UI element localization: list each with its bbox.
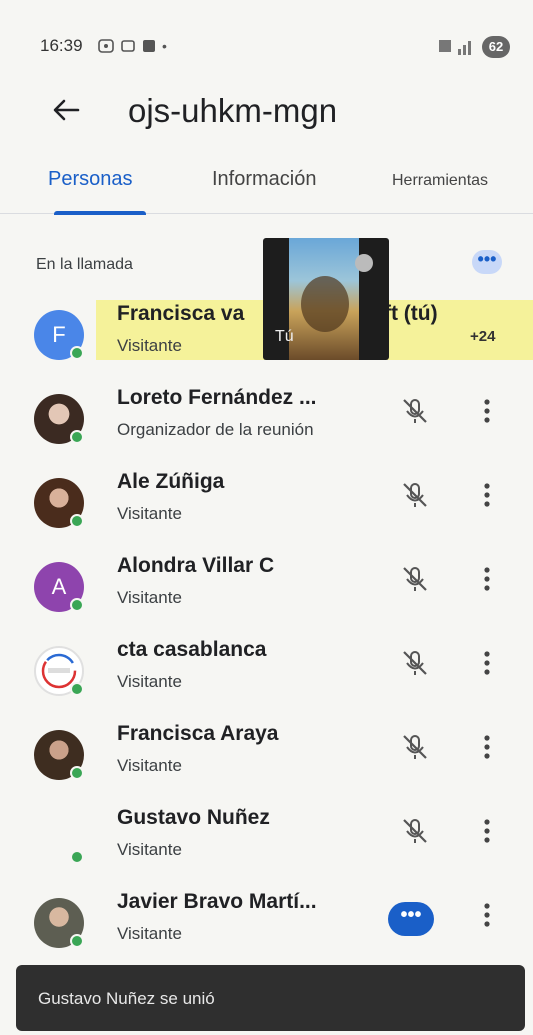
more-options-icon[interactable] (475, 898, 499, 932)
mic-off-icon[interactable] (398, 394, 432, 428)
online-dot-icon (70, 850, 84, 864)
participant-name: cta casablanca (117, 638, 267, 661)
participant-name: Loreto Fernández ... (117, 386, 317, 409)
mic-off-icon[interactable] (398, 730, 432, 764)
status-time: 16:39 (40, 36, 83, 55)
back-arrow-icon[interactable] (46, 90, 86, 130)
status-bar: 16:39 • 62 (40, 36, 510, 60)
participant-name-start: Francisca va (117, 302, 245, 325)
online-dot-icon (70, 430, 84, 444)
tab-personas[interactable]: Personas (48, 168, 133, 191)
participant-name: Alondra Villar C (117, 554, 275, 577)
pip-label: Tú (275, 328, 294, 345)
in-call-section-header: En la llamada (36, 256, 133, 273)
participant-role: Visitante (117, 336, 182, 355)
avatar-letter: A (51, 574, 67, 599)
participant-name: Ale Zúñiga (117, 470, 225, 493)
signal-icon (439, 40, 471, 55)
screenshot-icon (98, 39, 114, 53)
online-dot-icon (70, 346, 84, 360)
online-dot-icon (70, 934, 84, 948)
group-speaking-icon: ••• (472, 250, 502, 274)
participant-role: Visitante (117, 588, 182, 607)
tab-bar: Personas Información Herramientas (0, 152, 533, 215)
participant-name: Gustavo Nuñez (117, 806, 270, 829)
participant-row[interactable]: Francisca Araya Visitante (0, 716, 533, 800)
more-options-icon[interactable] (475, 730, 499, 764)
more-options-icon[interactable] (475, 394, 499, 428)
avatar-letter: F (52, 322, 66, 347)
mic-off-icon[interactable] (398, 814, 432, 848)
join-toast: Gustavo Nuñez se unió (16, 965, 525, 1031)
face-shape (301, 276, 349, 332)
participant-row[interactable]: cta casablanca Visitante (0, 632, 533, 716)
more-options-icon[interactable] (475, 814, 499, 848)
participant-role: Visitante (117, 924, 182, 943)
participant-role: Visitante (117, 840, 182, 859)
participant-name: Javier Bravo Martí... (117, 890, 317, 913)
meeting-code-title: ojs-uhkm-mgn (128, 92, 338, 129)
app-bar: ojs-uhkm-mgn (0, 82, 533, 146)
more-options-icon[interactable] (475, 646, 499, 680)
online-dot-icon (70, 766, 84, 780)
more-options-icon[interactable] (475, 478, 499, 512)
online-dot-icon (70, 598, 84, 612)
tab-informacion[interactable]: Información (212, 168, 317, 191)
pip-mic-icon (355, 254, 373, 272)
status-notification-icons: • (98, 38, 167, 54)
battery-icon: 62 (482, 36, 510, 58)
mic-off-icon[interactable] (398, 478, 432, 512)
online-dot-icon (70, 682, 84, 696)
speaking-indicator-icon[interactable]: ••• (388, 902, 434, 936)
image-icon (143, 40, 155, 52)
participant-row[interactable]: A Alondra Villar C Visitante (0, 548, 533, 632)
participant-row[interactable]: Ale Zúñiga Visitante (0, 464, 533, 548)
participant-role: Visitante (117, 756, 182, 775)
participant-name: Francisca Araya (117, 722, 279, 745)
more-options-icon[interactable] (475, 562, 499, 596)
participant-row[interactable]: Loreto Fernández ... Organizador de la r… (0, 380, 533, 464)
participant-row[interactable]: Javier Bravo Martí... Visitante ••• (0, 884, 533, 968)
participant-role: Visitante (117, 672, 182, 691)
mic-off-icon[interactable] (398, 562, 432, 596)
status-dot-icon: • (162, 38, 167, 54)
self-video-pip[interactable]: Tú (263, 238, 389, 360)
toast-message: Gustavo Nuñez se unió (38, 989, 215, 1008)
participant-row[interactable]: Gustavo Nuñez Visitante (0, 800, 533, 884)
participant-role: Organizador de la reunión (117, 420, 314, 439)
participant-role: Visitante (117, 504, 182, 523)
tab-herramientas[interactable]: Herramientas (392, 172, 488, 190)
online-dot-icon (70, 514, 84, 528)
self-video-feed (289, 238, 359, 360)
mic-off-icon[interactable] (398, 646, 432, 680)
participant-overflow-count: +24 (470, 328, 496, 345)
active-tab-indicator (54, 211, 146, 215)
cast-icon (121, 40, 135, 52)
